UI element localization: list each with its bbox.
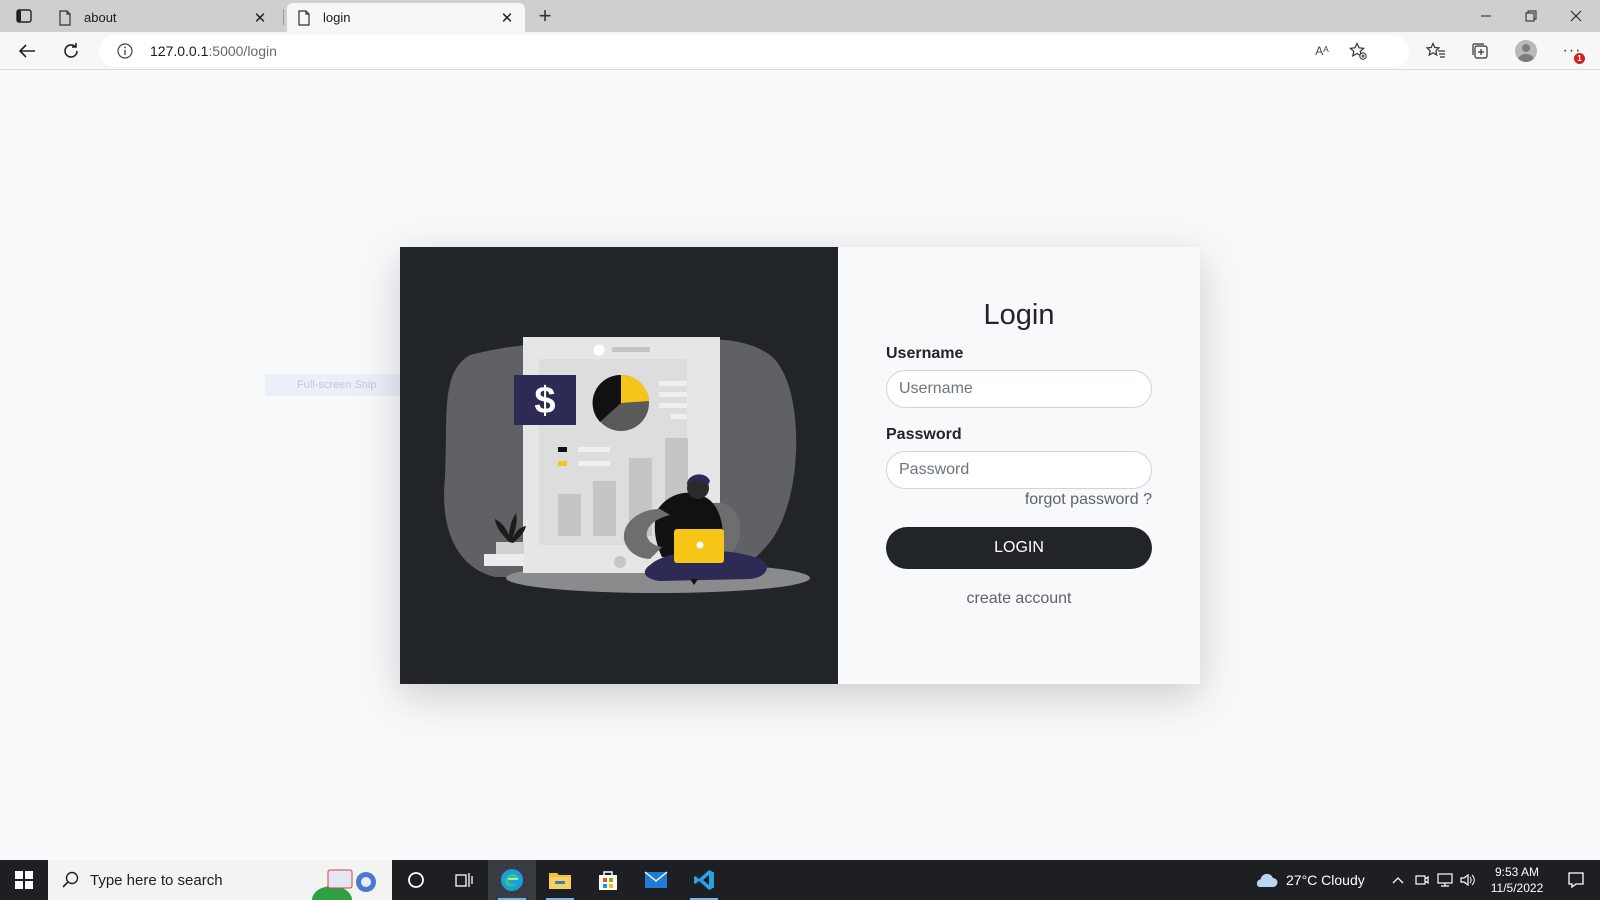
page-viewport: Full-screen Snip $ Login Username Userna… — [0, 71, 1600, 860]
login-form: Login Username Password forgot password … — [838, 247, 1200, 684]
weather-widget[interactable]: 27°C Cloudy — [1252, 860, 1365, 900]
search-placeholder: Type here to search — [90, 871, 223, 889]
address-bar[interactable]: 127.0.0.1:5000/login Aᴬ — [99, 35, 1409, 67]
password-label: Password — [886, 426, 962, 443]
search-highlight-icon — [312, 869, 376, 900]
dollar-symbol: $ — [534, 380, 555, 422]
edge-taskbar-icon[interactable] — [488, 860, 536, 900]
cortana-icon[interactable] — [392, 860, 440, 900]
clock-date: 11/5/2022 — [1490, 881, 1544, 895]
tab-login[interactable]: login ✕ — [287, 3, 525, 32]
collections-icon[interactable] — [1467, 39, 1493, 63]
tab-title: login — [323, 10, 351, 25]
add-favorite-icon[interactable] — [1347, 41, 1369, 61]
create-account-link[interactable]: create account — [838, 590, 1200, 608]
start-button[interactable] — [0, 860, 48, 900]
username-label: Username — [886, 345, 964, 362]
browser-toolbar: 127.0.0.1:5000/login Aᴬ ··· 1 — [0, 32, 1600, 70]
settings-more-button[interactable]: ··· 1 — [1559, 39, 1586, 64]
microsoft-store-icon[interactable] — [584, 860, 632, 900]
close-icon[interactable]: ✕ — [252, 10, 268, 27]
login-button[interactable]: LOGIN — [886, 527, 1152, 569]
system-clock[interactable]: 9:53 AM 11/5/2022 — [1482, 864, 1552, 896]
favorites-icon[interactable] — [1423, 39, 1449, 63]
tab-about[interactable]: about ✕ — [48, 3, 278, 32]
page-icon — [59, 9, 71, 26]
password-input[interactable] — [886, 451, 1152, 489]
tab-title: about — [84, 10, 117, 25]
vscode-icon[interactable] — [680, 860, 728, 900]
network-icon[interactable] — [1434, 860, 1456, 900]
tab-actions-icon[interactable] — [12, 6, 36, 26]
doc-dot — [593, 344, 605, 356]
weather-text: 27°C Cloudy — [1286, 872, 1365, 888]
restore-icon[interactable] — [1511, 4, 1551, 28]
url-text: 127.0.0.1:5000/login — [150, 43, 277, 59]
notifications-icon[interactable] — [1556, 860, 1596, 900]
more-icon: ··· 1 — [1563, 42, 1586, 64]
close-icon[interactable]: ✕ — [499, 10, 515, 27]
clock-time: 9:53 AM — [1494, 865, 1540, 879]
avatar — [1515, 40, 1537, 62]
read-aloud-icon[interactable]: Aᴬ — [1311, 41, 1333, 61]
bar — [593, 481, 616, 536]
forgot-password-link[interactable]: forgot password ? — [1025, 491, 1152, 509]
profile-avatar[interactable] — [1513, 39, 1539, 63]
chevron-up-icon[interactable] — [1388, 860, 1408, 900]
task-view-icon[interactable] — [440, 860, 488, 900]
cloud-icon — [1256, 873, 1278, 887]
info-icon[interactable] — [117, 43, 133, 59]
notification-badge: 1 — [1574, 53, 1586, 64]
windows-taskbar: Type here to search 27°C Cloudy 9:53 AM … — [0, 860, 1600, 900]
tab-divider — [283, 9, 284, 25]
page-icon — [298, 9, 310, 26]
mail-icon[interactable] — [632, 860, 680, 900]
finance-illustration: $ — [444, 337, 810, 593]
username-input[interactable] — [886, 370, 1152, 408]
minimize-icon[interactable] — [1466, 4, 1506, 28]
windows-logo-icon — [15, 871, 33, 889]
file-explorer-icon[interactable] — [536, 860, 584, 900]
login-card: $ Login Username Username Password forgo… — [400, 247, 1200, 684]
meet-now-icon[interactable] — [1412, 860, 1432, 900]
illustration-panel: $ — [400, 247, 838, 684]
search-icon — [62, 871, 79, 888]
refresh-icon[interactable] — [58, 39, 84, 63]
plant-step — [484, 554, 524, 566]
window-close-icon[interactable] — [1556, 4, 1596, 28]
browser-tab-bar: about ✕ login ✕ + — [0, 0, 1600, 32]
bar — [558, 494, 581, 536]
new-tab-button[interactable]: + — [534, 3, 556, 28]
taskbar-search-box[interactable]: Type here to search — [48, 860, 392, 900]
page-title: Login — [983, 299, 1055, 331]
back-arrow-icon[interactable] — [14, 39, 40, 63]
volume-icon[interactable] — [1458, 860, 1478, 900]
